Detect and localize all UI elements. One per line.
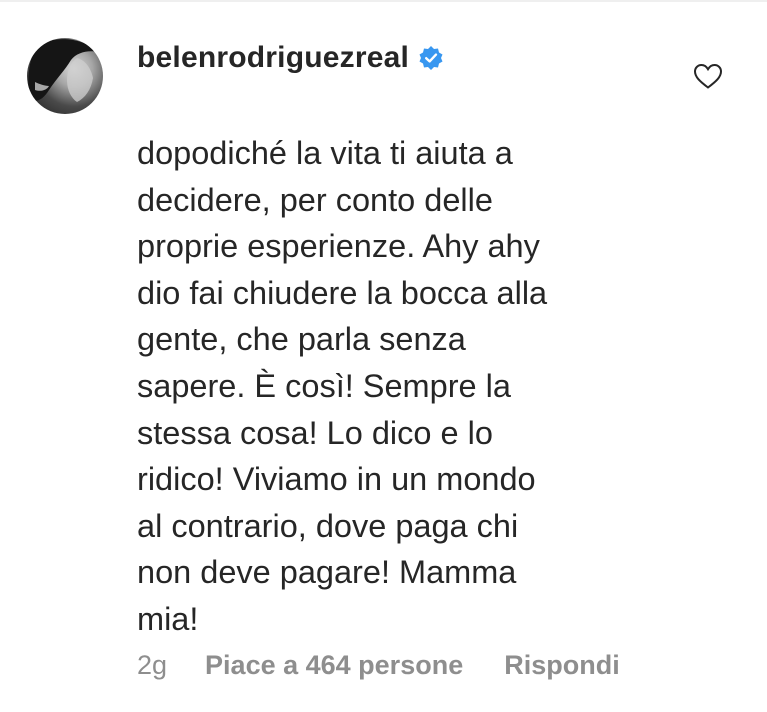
comment-text-line: dopodiché la vita ti aiuta a [137,135,513,171]
comment-footer: 2g Piace a 464 persone Rispondi [137,645,620,685]
avatar[interactable] [27,38,103,114]
comment-text-line: stessa cosa! Lo dico e lo [137,414,493,451]
username-link[interactable]: belenrodriguezreal [137,41,409,75]
username-row: belenrodriguezreal [137,38,444,78]
verified-badge-icon [418,45,444,71]
comment-text-line: proprie esperienze. Ahy ahy [137,228,540,265]
comment-text-line: mia! [137,600,199,637]
comment-text-line: gente, che parla senza [137,321,466,358]
comment-text-line: sapere. È così! Sempre la [137,367,511,404]
avatar-image [28,39,97,102]
comment: belenrodriguezreal dopodiché la vita ti … [0,0,767,712]
comment-text-line: ridico! Viviamo in un mondo [137,461,536,498]
comment-text-line: al contrario, dove paga chi [137,507,519,544]
likes-count-link[interactable]: Piace a 464 persone [205,650,463,681]
comment-text-line: dio fai chiudere la bocca alla [137,274,548,311]
comment-text-line: non deve pagare! Mamma [137,554,517,591]
timestamp: 2g [137,649,168,680]
comment-text: dopodiché la vita ti aiuta a decidere, p… [137,130,637,643]
comment-text-line: decidere, per conto delle [137,181,493,218]
heart-outline-icon[interactable] [692,62,724,90]
reply-button[interactable]: Rispondi [504,650,620,681]
